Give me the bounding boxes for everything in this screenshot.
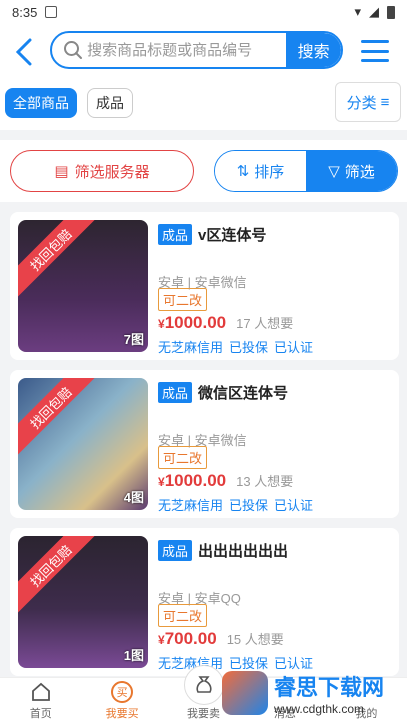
wifi-icon: ▾ — [354, 4, 361, 19]
trust-tags: 无芝麻信用 已投保 已认证 — [158, 498, 314, 513]
product-title: 出出出出出出 — [198, 543, 289, 560]
product-thumbnail[interactable]: 找回包赔 1图 — [18, 536, 148, 668]
server-filter-button[interactable]: ▤ 筛选服务器 — [10, 150, 194, 192]
product-card[interactable]: 找回包赔 7图 成品 v区连体号 安卓 | 安卓微信 可二改 ¥1000.00 … — [10, 212, 399, 360]
type-tag: 成品 — [158, 382, 193, 403]
watermark-url: www.cdgthk.com — [274, 702, 365, 716]
search-input[interactable] — [87, 41, 287, 59]
filter-toolbar: ▤ 筛选服务器 ⇅ 排序 ▽ 筛选 — [0, 140, 407, 202]
category-filters: 全部商品 成品 分类 ≡ — [0, 80, 407, 130]
watermark: 睿思下载网 www.cdgthk.com — [222, 663, 407, 723]
image-count: 7图 — [123, 332, 144, 347]
header: 搜索 — [0, 24, 407, 80]
buy-icon: 买 — [111, 680, 134, 703]
list-icon: ≡ — [380, 93, 390, 111]
type-tag: 成品 — [158, 224, 193, 245]
server-icon: ▤ — [54, 163, 69, 180]
price: ¥1000.00 — [158, 313, 227, 332]
chevron-left-icon — [15, 38, 32, 66]
filter-label: 筛选 — [344, 163, 375, 181]
sort-icon: ⇅ — [236, 163, 250, 180]
search-button[interactable]: 搜索 — [286, 33, 341, 67]
category-label: 分类 — [346, 94, 377, 112]
server-filter-label: 筛选服务器 — [74, 163, 150, 181]
notification-icon — [45, 6, 58, 18]
chip-finished[interactable]: 成品 — [87, 88, 133, 118]
search-icon — [58, 40, 87, 60]
tab-buy[interactable]: 买 我要买 — [81, 678, 162, 723]
product-thumbnail[interactable]: 找回包赔 7图 — [18, 220, 148, 352]
status-bar: 8:35 ▾ ◢ — [0, 0, 407, 24]
battery-icon — [387, 5, 395, 19]
guarantee-ribbon: 找回包赔 — [18, 536, 101, 616]
menu-icon — [361, 40, 389, 43]
image-count: 1图 — [123, 648, 144, 663]
menu-button[interactable] — [361, 40, 389, 62]
product-card[interactable]: 找回包赔 1图 成品 出出出出出出 安卓 | 安卓QQ 可二改 ¥700.00 … — [10, 528, 399, 676]
image-count: 4图 — [123, 490, 144, 505]
watermark-title: 睿思下载网 — [274, 675, 385, 700]
home-icon — [31, 682, 50, 701]
want-count: 13 人想要 — [236, 474, 294, 489]
signal-icon: ◢ — [369, 4, 379, 19]
editable-badge: 可二改 — [158, 288, 208, 311]
category-button[interactable]: 分类 ≡ — [335, 82, 401, 122]
price: ¥700.00 — [158, 629, 217, 648]
status-time: 8:35 — [12, 4, 38, 20]
chip-all-products[interactable]: 全部商品 — [5, 88, 77, 118]
search-bar: 搜索 — [50, 31, 343, 69]
guarantee-ribbon: 找回包赔 — [18, 378, 101, 458]
sort-label: 排序 — [254, 163, 285, 181]
back-button[interactable] — [6, 32, 42, 72]
sort-button[interactable]: ⇅ 排序 — [215, 151, 306, 191]
watermark-logo — [222, 671, 268, 715]
product-title: 微信区连体号 — [198, 385, 289, 402]
product-title: v区连体号 — [198, 227, 267, 244]
sell-money-bag-icon[interactable] — [184, 665, 224, 705]
type-tag: 成品 — [158, 540, 193, 561]
product-thumbnail[interactable]: 找回包赔 4图 — [18, 378, 148, 510]
tab-home[interactable]: 首页 — [0, 678, 81, 723]
want-count: 17 人想要 — [236, 316, 294, 331]
editable-badge: 可二改 — [158, 604, 208, 627]
price: ¥1000.00 — [158, 471, 227, 490]
editable-badge: 可二改 — [158, 446, 208, 469]
trust-tags: 无芝麻信用 已投保 已认证 — [158, 340, 314, 355]
funnel-icon: ▽ — [328, 163, 340, 180]
filter-button[interactable]: ▽ 筛选 — [306, 151, 397, 191]
sort-filter-toggle: ⇅ 排序 ▽ 筛选 — [214, 150, 398, 192]
want-count: 15 人想要 — [226, 632, 284, 647]
guarantee-ribbon: 找回包赔 — [18, 220, 101, 300]
product-card[interactable]: 找回包赔 4图 成品 微信区连体号 安卓 | 安卓微信 可二改 ¥1000.00… — [10, 370, 399, 518]
